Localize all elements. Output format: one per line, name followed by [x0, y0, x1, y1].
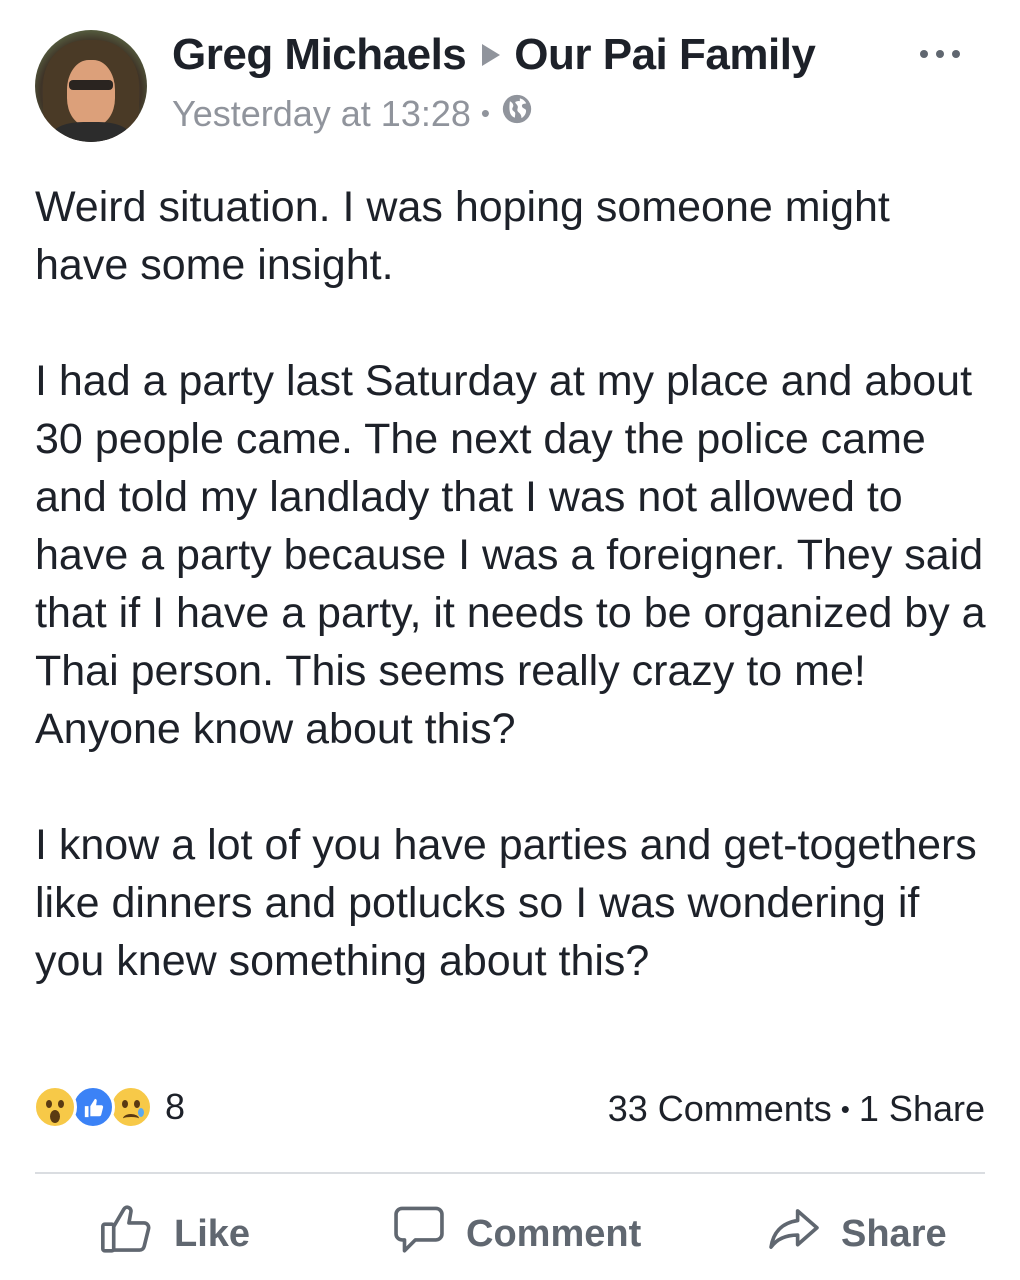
- comment-label: Comment: [466, 1212, 642, 1255]
- avatar-face: [67, 60, 115, 126]
- author-avatar[interactable]: [35, 30, 147, 142]
- speech-bubble-icon: [390, 1200, 466, 1268]
- like-label: Like: [174, 1212, 251, 1255]
- post-paragraph: Weird situation. I was hoping someone mi…: [35, 183, 890, 289]
- divider: [35, 1172, 985, 1174]
- reactions-summary[interactable]: 8: [33, 1085, 185, 1129]
- post-paragraph: I had a party last Saturday at my place …: [35, 357, 986, 753]
- share-button[interactable]: Share: [765, 1200, 947, 1268]
- wow-reaction-icon: [33, 1085, 77, 1129]
- like-button[interactable]: Like: [98, 1200, 250, 1268]
- avatar-sunglasses: [69, 80, 113, 90]
- author-name-link[interactable]: Greg Michaels: [172, 30, 467, 80]
- reaction-count: 8: [165, 1086, 186, 1127]
- thumbs-up-icon: [98, 1200, 174, 1268]
- post-body: Weird situation. I was hoping someone mi…: [35, 178, 995, 1048]
- more-dot: [936, 50, 944, 58]
- more-options-icon[interactable]: [920, 50, 960, 58]
- post-meta: Yesterday at 13:28 •: [172, 92, 534, 135]
- avatar-shirt: [53, 122, 129, 142]
- engagement-separator: •: [840, 1093, 850, 1124]
- more-dot: [920, 50, 928, 58]
- share-label: Share: [841, 1212, 947, 1255]
- more-dot: [952, 50, 960, 58]
- meta-separator: •: [480, 98, 491, 128]
- right-triangle-icon: [482, 44, 501, 66]
- share-arrow-icon: [765, 1200, 841, 1268]
- comment-button[interactable]: Comment: [390, 1200, 641, 1268]
- post-timestamp-link[interactable]: Yesterday at 13:28: [172, 93, 471, 135]
- shares-count-link[interactable]: 1 Share: [859, 1088, 985, 1130]
- globe-icon: [500, 92, 534, 135]
- group-name-link[interactable]: Our Pai Family: [514, 30, 816, 80]
- post-paragraph: I know a lot of you have parties and get…: [35, 821, 977, 985]
- engagement-summary: 33 Comments • 1 Share: [608, 1088, 985, 1130]
- comments-count-link[interactable]: 33 Comments: [608, 1088, 832, 1130]
- sad-reaction-icon: [109, 1085, 153, 1129]
- post-title-line: Greg Michaels Our Pai Family: [172, 30, 816, 80]
- like-reaction-icon: [71, 1085, 115, 1129]
